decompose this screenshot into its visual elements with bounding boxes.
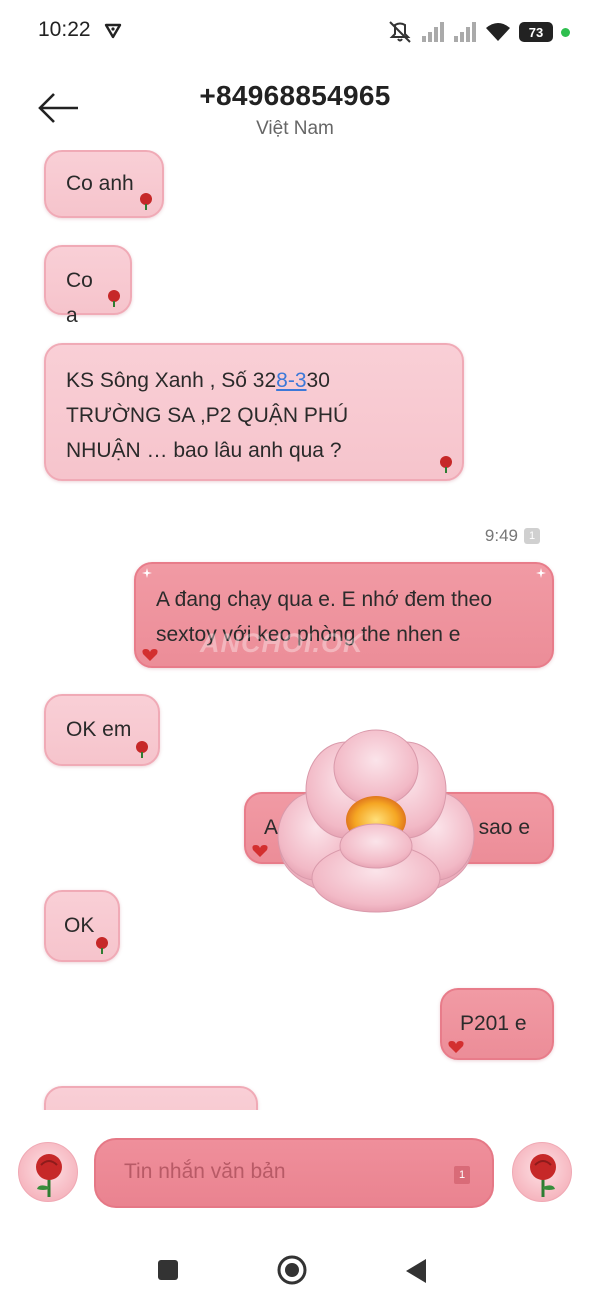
sparkle-icon [142, 568, 152, 578]
privacy-indicator [561, 27, 570, 37]
message-text-line: KS Sông Xanh , Số 328-330 [66, 369, 330, 392]
message-list[interactable]: Co anh Co a KS Sông Xanh , Số 328-330 TR… [0, 150, 590, 1110]
messaging-screen: 10:22 73 +84968854965 Việt Nam Co anh Co… [0, 0, 590, 1311]
message-text-end: sao e [478, 816, 530, 839]
signal-icon [454, 22, 476, 42]
heart-icon [252, 845, 268, 857]
message-text: Co anh [66, 172, 134, 195]
message-bubble-incoming[interactable]: OK [44, 890, 120, 962]
rose-icon [36, 1154, 62, 1197]
message-text: Co a [66, 269, 93, 327]
wifi-icon [486, 23, 510, 41]
watermark: ANCHOI.OK [200, 628, 364, 658]
message-bubble-incoming[interactable]: KS Sông Xanh , Số 328-330 TRƯỜNG SA ,P2 … [44, 343, 464, 481]
shield-icon [104, 23, 122, 39]
signal-icon [422, 22, 444, 42]
contact-country: Việt Nam [256, 118, 334, 139]
home-icon[interactable] [276, 1254, 308, 1286]
message-bubble-incoming[interactable]: Co a [44, 245, 132, 327]
rose-icon [440, 456, 452, 473]
message-bubble-outgoing[interactable]: P201 e [440, 988, 554, 1060]
battery-icon: 73 [519, 22, 553, 42]
rose-icon [140, 193, 152, 210]
status-icons: 73 [387, 18, 570, 46]
message-input[interactable]: Tin nhắn văn bản 1 [94, 1138, 494, 1208]
rose-icon [530, 1154, 556, 1197]
heart-icon [142, 649, 158, 661]
message-text: OK [64, 914, 95, 937]
recents-icon[interactable] [156, 1258, 180, 1282]
conversation-header: +84968854965 Việt Nam [0, 70, 590, 150]
message-text-line: NHUẬN … bao lâu anh qua ? [66, 439, 342, 462]
status-bar: 10:22 73 [0, 0, 590, 64]
peony-flower-image [277, 729, 475, 913]
message-composer: Tin nhắn văn bản 1 [0, 1130, 590, 1216]
message-bubble-incoming[interactable]: Co anh [44, 150, 164, 218]
heart-icon [448, 1041, 464, 1053]
message-text-line: TRƯỜNG SA ,P2 QUẬN PHÚ [66, 404, 349, 427]
attach-button[interactable] [18, 1142, 78, 1202]
message-text: OK em [66, 718, 132, 741]
message-timestamp: 9:49 1 [485, 526, 540, 546]
sparkle-icon [536, 568, 546, 578]
message-text: P201 e [460, 1012, 527, 1035]
rose-icon [108, 290, 120, 307]
message-bubble-incoming[interactable]: OK em [44, 694, 160, 766]
mute-icon [389, 21, 411, 43]
contact-phone-number[interactable]: +84968854965 [0, 80, 590, 112]
message-input-placeholder: Tin nhắn văn bản [124, 1160, 286, 1183]
message-bubble-incoming-partial[interactable] [44, 1086, 258, 1110]
rose-icon [96, 937, 108, 954]
sim-icon: 1 [454, 1166, 470, 1184]
system-navigation-bar [0, 1236, 590, 1311]
sim-icon: 1 [524, 528, 540, 544]
message-text-line: A đang chạy qua e. E nhớ đem theo [156, 588, 493, 611]
phone-link[interactable]: 8-3 [276, 369, 306, 392]
rose-icon [136, 741, 148, 758]
status-time: 10:22 [38, 18, 91, 41]
back-triangle-icon[interactable] [404, 1258, 428, 1284]
send-button[interactable] [512, 1142, 572, 1202]
